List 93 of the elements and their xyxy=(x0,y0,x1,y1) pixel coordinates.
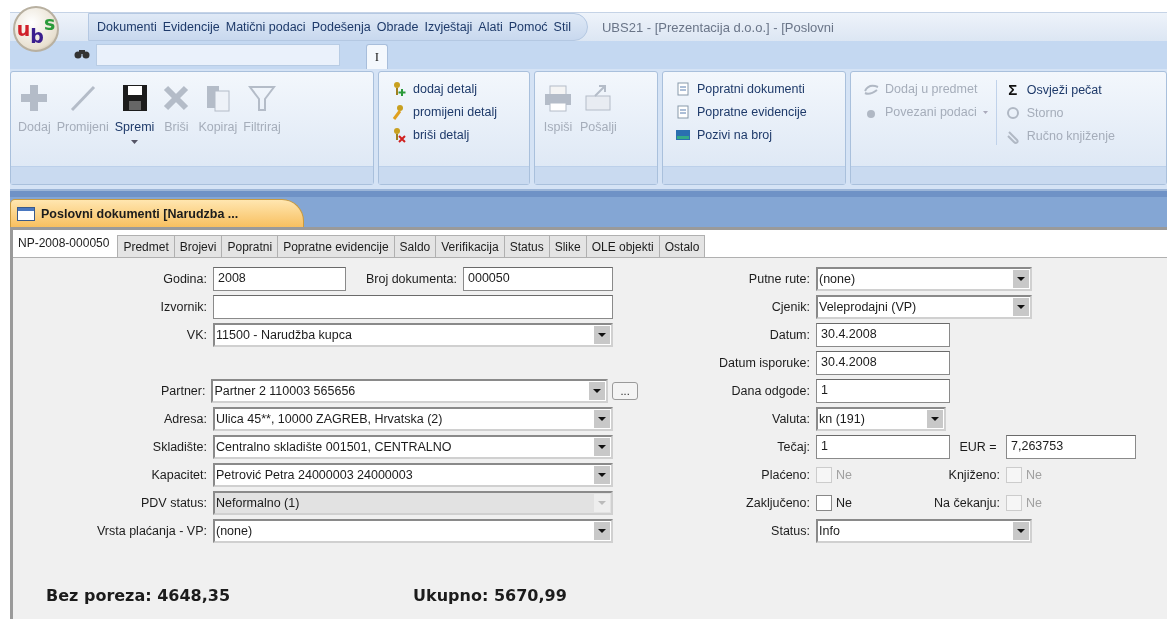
menu-item[interactable]: Izvještaji xyxy=(424,20,473,34)
input-field[interactable]: 7,263753 xyxy=(1006,435,1136,459)
tab[interactable]: Ostalo xyxy=(658,235,706,257)
checkbox[interactable] xyxy=(816,495,832,511)
pin-cross-icon xyxy=(391,127,407,143)
checkbox-label: Ne xyxy=(1026,468,1042,482)
dropdown[interactable]: Petrović Petra 24000003 24000003 xyxy=(213,463,613,487)
total-text: Ukupno: 5670,99 xyxy=(413,586,567,605)
field-label: Tečaj: xyxy=(776,440,811,454)
total-text: Bez poreza: 4648,35 xyxy=(46,586,231,605)
caret-icon xyxy=(131,140,139,144)
toolbar-button[interactable]: Spremi xyxy=(111,80,158,146)
checkbox-label: Ne xyxy=(1026,496,1042,510)
tab[interactable]: OLE objekti xyxy=(585,235,660,257)
document-icon xyxy=(675,81,691,97)
toolbar-button[interactable]: Popratne evidencije xyxy=(673,103,809,121)
toolbar-button[interactable]: briši detalj xyxy=(389,126,500,144)
input-field[interactable]: 30.4.2008 xyxy=(816,323,950,347)
input-field[interactable]: 1 xyxy=(816,435,950,459)
dropdown[interactable]: Partner 2 110003 565656 xyxy=(211,379,609,403)
menu-item[interactable]: Stil xyxy=(553,20,571,34)
field-label: Kapacitet: xyxy=(150,468,208,482)
browse-button[interactable]: ... xyxy=(612,382,638,400)
document-tab[interactable]: Poslovni dokumenti [Narudzba ... xyxy=(10,199,304,227)
toolbar-button[interactable]: promijeni detalj xyxy=(389,103,500,121)
dropdown[interactable]: Centralno skladište 001501, CENTRALNO xyxy=(213,435,613,459)
field-label: Vrsta plaćanja - VP: xyxy=(96,524,208,538)
menu-item[interactable]: Dokumenti xyxy=(97,20,157,34)
pin-plus-icon xyxy=(391,81,407,97)
dropdown[interactable]: 11500 - Narudžba kupca xyxy=(213,323,613,347)
field-label: Broj dokumenta: xyxy=(364,272,458,286)
paperclip-icon xyxy=(1004,128,1021,144)
field-label: Status: xyxy=(770,524,811,538)
field-label: Adresa: xyxy=(162,412,208,426)
input-field[interactable]: 1 xyxy=(816,379,950,403)
app-logo[interactable]: ubs xyxy=(13,6,59,52)
field-label: Godina: xyxy=(162,272,208,286)
dropdown[interactable]: Ulica 45**, 10000 ZAGREB, Hrvatska (2) xyxy=(213,407,613,431)
search-field[interactable] xyxy=(96,44,340,66)
menu-item[interactable]: Obrade xyxy=(376,20,419,34)
tab[interactable]: Status xyxy=(503,235,550,257)
field-label: Plaćeno: xyxy=(760,468,811,482)
checkbox-label: Ne xyxy=(836,496,852,510)
tab[interactable]: Verifikacija xyxy=(435,235,505,257)
field-label: Dana odgode: xyxy=(730,384,811,398)
dropdown[interactable]: Veleprodajni (VP) xyxy=(816,295,1032,319)
tab[interactable]: Popratne evidencije xyxy=(277,235,395,257)
toolbar-button[interactable]: dodaj detalj xyxy=(389,80,500,98)
field-label: Putne rute: xyxy=(747,272,811,286)
field-label: EUR = xyxy=(958,440,998,454)
tab[interactable]: Saldo xyxy=(393,235,437,257)
input-field[interactable] xyxy=(213,295,613,319)
printer-icon xyxy=(542,82,574,114)
field-label: Knjiženo: xyxy=(947,468,1001,482)
dropdown[interactable]: (none) xyxy=(213,519,613,543)
field-label: Datum isporuke: xyxy=(718,356,811,370)
ribbon-tab[interactable]: I xyxy=(366,44,388,69)
field-label: Cjenik: xyxy=(770,300,811,314)
tab[interactable]: Slike xyxy=(548,235,587,257)
window-title: UBS21 - [Prezentacija d.o.o.] - [Poslovni xyxy=(601,19,834,35)
dropdown[interactable]: Info xyxy=(816,519,1032,543)
field-label: Skladište: xyxy=(151,440,208,454)
menu-item[interactable]: Pomoć xyxy=(508,20,548,34)
caret-icon xyxy=(982,110,988,114)
tab[interactable]: Popratni xyxy=(221,235,279,257)
binoculars-icon[interactable] xyxy=(74,49,90,59)
toolbar-button[interactable]: Popratni dokumenti xyxy=(673,80,809,98)
window-icon xyxy=(17,206,35,221)
field-label: Izvornik: xyxy=(159,300,208,314)
input-field[interactable]: 2008 xyxy=(213,267,346,291)
toolbar-button[interactable]: Pozivi na broj xyxy=(673,126,809,144)
field-label: VK: xyxy=(185,328,208,342)
field-label: Partner: xyxy=(159,384,207,398)
field-label: Zaključeno: xyxy=(745,496,811,510)
document-icon xyxy=(675,104,691,120)
menu-item[interactable]: Alati xyxy=(478,20,503,34)
menu-item[interactable]: Matični podaci xyxy=(225,20,306,34)
menu-item[interactable]: Evidencije xyxy=(162,20,220,34)
dropdown[interactable]: kn (191) xyxy=(816,407,946,431)
card-icon xyxy=(675,127,691,143)
field-label: Na čekanju: xyxy=(933,496,1001,510)
input-field[interactable]: 30.4.2008 xyxy=(816,351,950,375)
dropdown[interactable]: (none) xyxy=(816,267,1032,291)
input-field[interactable]: 000050 xyxy=(463,267,613,291)
field-label: Valuta: xyxy=(771,412,811,426)
tab[interactable]: Brojevi xyxy=(173,235,223,257)
circle-icon xyxy=(1004,105,1021,121)
menu-item[interactable]: Podešenja xyxy=(311,20,371,34)
field-label: PDV status: xyxy=(140,496,208,510)
field-label: Datum: xyxy=(768,328,811,342)
checkbox-label: Ne xyxy=(836,468,852,482)
tab[interactable]: Predmet xyxy=(117,235,175,257)
toolbar-button[interactable]: Σ Osvježi pečat xyxy=(1002,80,1117,99)
